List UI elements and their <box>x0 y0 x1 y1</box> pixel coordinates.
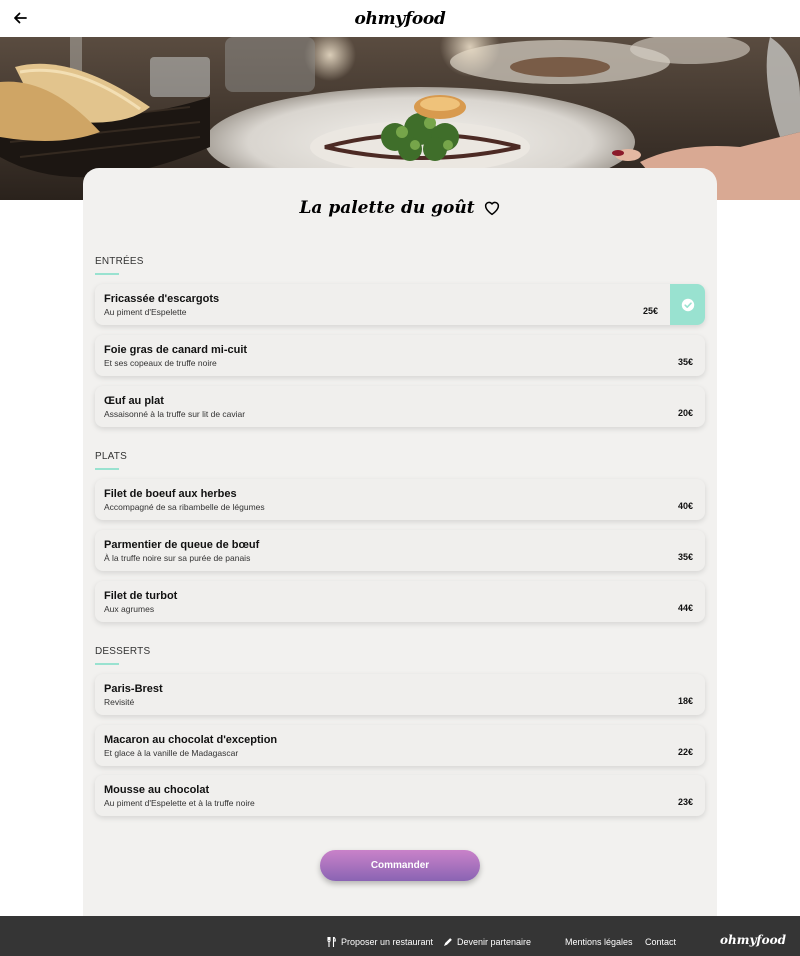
heart-icon <box>484 201 499 216</box>
item-name: Filet de turbot <box>104 590 178 602</box>
item-name: Fricassée d'escargots <box>104 293 220 305</box>
menu-item[interactable]: Mousse au chocolat Au piment d'Espelette… <box>95 775 705 816</box>
section-title-plats: PLATS <box>95 451 127 462</box>
menu-item[interactable]: Œuf au plat Assaisonné à la truffe sur l… <box>95 386 705 427</box>
item-description: Revisité <box>104 697 135 707</box>
app-logo[interactable]: ohmyfood <box>354 9 445 29</box>
back-button[interactable] <box>10 8 30 28</box>
item-description: À la truffe noire sur sa purée de panais <box>104 553 251 563</box>
contact-label: Contact <box>645 937 677 947</box>
selected-indicator <box>670 284 705 325</box>
item-price: 23€ <box>677 797 693 807</box>
legal-notice-link[interactable]: Mentions légales <box>565 937 633 947</box>
footer-logo[interactable]: ohmyfood <box>720 933 786 947</box>
item-name: Parmentier de queue de bœuf <box>104 539 260 551</box>
item-price: 35€ <box>677 552 693 562</box>
section-title-entrees: ENTRÉES <box>95 256 144 267</box>
order-button[interactable]: Commander <box>320 850 480 881</box>
section-underline <box>95 663 119 665</box>
menu-card: La palette du goût ENTRÉES Fricassée d'e… <box>83 168 717 916</box>
section-underline <box>95 273 119 275</box>
section-underline <box>95 468 119 470</box>
item-price: 44€ <box>677 603 693 613</box>
item-name: Macaron au chocolat d'exception <box>104 734 278 746</box>
menu-item[interactable]: Fricassée d'escargots Au piment d'Espele… <box>95 284 705 325</box>
item-price: 20€ <box>677 408 693 418</box>
top-bar: ohmyfood <box>0 0 800 37</box>
menu-item[interactable]: Macaron au chocolat d'exception Et glace… <box>95 725 705 766</box>
section-title-desserts: DESSERTS <box>95 646 151 657</box>
item-price: 25€ <box>642 306 658 316</box>
item-description: Au piment d'Espelette <box>104 307 187 317</box>
menu-item[interactable]: Filet de turbot Aux agrumes 44€ <box>95 581 705 622</box>
item-price: 40€ <box>677 501 693 511</box>
item-name: Paris-Brest <box>104 683 163 695</box>
item-name: Filet de boeuf aux herbes <box>104 488 237 500</box>
propose-label: Proposer un restaurant <box>341 937 434 947</box>
menu-item[interactable]: Foie gras de canard mi-cuit Et ses copea… <box>95 335 705 376</box>
menu-item[interactable]: Paris-Brest Revisité 18€ <box>95 674 705 715</box>
item-description: Assaisonné à la truffe sur lit de caviar <box>104 409 246 419</box>
item-description: Et ses copeaux de truffe noire <box>104 358 217 368</box>
favorite-button[interactable] <box>483 199 501 217</box>
menu-item[interactable]: Filet de boeuf aux herbes Accompagné de … <box>95 479 705 520</box>
pen-icon <box>444 937 452 946</box>
item-description: Aux agrumes <box>104 604 155 614</box>
item-name: Œuf au plat <box>104 395 164 407</box>
become-partner-link[interactable]: Devenir partenaire <box>443 937 531 947</box>
partner-label: Devenir partenaire <box>457 937 532 947</box>
check-circle-icon <box>681 298 694 311</box>
restaurant-title: La palette du goût <box>299 198 475 218</box>
item-description: Accompagné de sa ribambelle de légumes <box>104 502 265 512</box>
item-price: 35€ <box>677 357 693 367</box>
contact-link[interactable]: Contact <box>645 937 676 947</box>
item-price: 18€ <box>677 696 693 706</box>
restaurant-header: La palette du goût <box>83 198 717 218</box>
item-name: Foie gras de canard mi-cuit <box>104 344 248 356</box>
menu-item[interactable]: Parmentier de queue de bœuf À la truffe … <box>95 530 705 571</box>
item-name: Mousse au chocolat <box>104 784 210 796</box>
item-description: Au piment d'Espelette et à la truffe noi… <box>104 798 255 808</box>
legal-label: Mentions légales <box>565 937 633 947</box>
fork-knife-icon <box>327 937 336 947</box>
footer: Proposer un restaurant Devenir partenair… <box>0 916 800 956</box>
arrow-left-icon <box>14 12 27 24</box>
item-price: 22€ <box>677 747 693 757</box>
propose-restaurant-link[interactable]: Proposer un restaurant <box>327 937 433 947</box>
item-description: Et glace à la vanille de Madagascar <box>104 748 239 758</box>
